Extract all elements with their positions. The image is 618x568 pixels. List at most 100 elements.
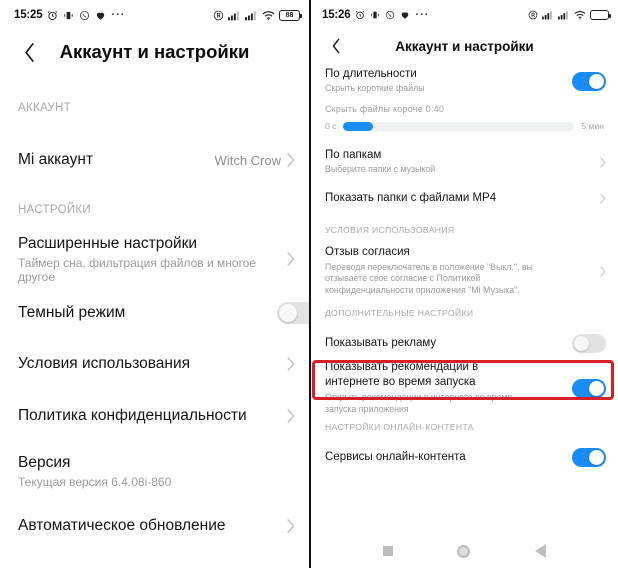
row-main: Политика конфиденциальности (18, 407, 287, 425)
slider-track[interactable] (343, 121, 575, 131)
recents-square-icon[interactable] (383, 546, 394, 556)
toggle-knob (589, 449, 604, 465)
chevron-right-icon (600, 156, 606, 168)
status-clock: 15:25 (14, 9, 43, 21)
chevron-right-icon (287, 153, 295, 167)
row-subtitle: Переводя переключатель в положение "Выкл… (325, 261, 533, 296)
online-content-services-toggle[interactable] (572, 447, 606, 467)
status-right-group: 88 (213, 9, 302, 21)
status-left-group: 15:25 ··· (14, 9, 125, 21)
chevron-right-icon (287, 409, 295, 423)
toggle-knob (574, 335, 589, 351)
heart-icon (95, 10, 106, 21)
row-subtitle: Выберите папки с музыкой (325, 164, 436, 175)
row-main: Показать папки с файлами MP4 (325, 191, 600, 206)
dark-mode-toggle[interactable] (277, 302, 309, 324)
row-value: Witch Crow (214, 152, 281, 168)
toggle-knob (279, 304, 297, 322)
duration-slider[interactable]: 0 с 5 мин (311, 121, 618, 131)
battery-indicator (590, 10, 611, 20)
call-icon (79, 10, 90, 21)
row-title: Показать папки с файлами MP4 (325, 191, 497, 204)
row-main: Условия использования (18, 355, 287, 373)
toggle-knob (589, 73, 604, 89)
section-header-online-content: НАСТРОЙКИ ОНЛАЙН-КОНТЕНТА (325, 422, 474, 432)
row-subtitle: Открыть рекомендации в интернете во врем… (325, 391, 513, 414)
row-main: По папкам Выберите папки с музыкой (325, 148, 600, 177)
toggle-knob (589, 380, 604, 396)
heart-icon (400, 10, 410, 20)
wifi-icon (262, 10, 275, 21)
status-overflow-icon: ··· (415, 9, 430, 21)
slider-fill (343, 121, 374, 131)
back-button[interactable] (18, 41, 40, 63)
vibrate-icon (63, 10, 74, 21)
row-show-online-recommendations[interactable]: Показывать рекомендации в интернете во в… (311, 360, 618, 416)
by-duration-toggle[interactable] (572, 71, 606, 91)
row-subtitle: Скрыть короткие файлы (325, 83, 425, 94)
back-triangle-icon[interactable] (534, 544, 546, 558)
row-title: Темный режим (18, 304, 126, 321)
signal-icon (228, 10, 241, 21)
chevron-right-icon (600, 192, 606, 204)
battery-indicator: 88 (279, 9, 302, 21)
row-main: Сервисы онлайн-контента (325, 450, 572, 465)
row-main: Отзыв согласия Переводя переключатель в … (325, 245, 600, 297)
chevron-right-icon (600, 265, 606, 277)
show-ads-toggle[interactable] (572, 333, 606, 353)
row-subtitle: Текущая версия 6.4.08i-860 (18, 474, 172, 489)
vibrate-icon (370, 10, 380, 20)
row-main: Показывать рекомендации в интернете во в… (325, 360, 521, 415)
status-left-group: 15:26 ··· (322, 9, 429, 21)
row-title: Политика конфиденциальности (18, 407, 247, 424)
row-title: Сервисы онлайн-контента (325, 450, 466, 463)
row-advanced-settings[interactable]: Расширенные настройки Таймер сна, фильтр… (0, 230, 309, 288)
back-button[interactable] (325, 35, 347, 57)
chevron-right-icon (287, 252, 295, 266)
home-circle-icon[interactable] (457, 544, 471, 558)
left-status-bar: 15:25 ··· 88 (0, 0, 309, 30)
row-auto-update[interactable]: Автоматическое обновление (0, 500, 309, 552)
row-main: По длительности Скрыть короткие файлы (325, 67, 572, 96)
row-by-duration[interactable]: По длительности Скрыть короткие файлы (311, 62, 618, 100)
row-show-mp4-folders[interactable]: Показать папки с файлами MP4 (311, 181, 618, 215)
row-title: Показывать рекомендации в интернете во в… (325, 361, 479, 389)
row-main: Версия Текущая версия 6.4.08i-860 (18, 454, 295, 489)
system-nav-bar (311, 534, 618, 568)
alarm-icon (47, 10, 58, 21)
row-title: По длительности (325, 67, 417, 80)
row-online-content-services[interactable]: Сервисы онлайн-контента (311, 440, 618, 474)
call-icon (385, 10, 395, 20)
row-dark-mode[interactable]: Темный режим (0, 288, 309, 338)
battery-level: 88 (285, 11, 294, 19)
row-main: Показывать рекламу (325, 336, 572, 351)
section-header-additional: ДОПОЛНИТЕЛЬНЫЕ НАСТРОЙКИ (325, 308, 474, 318)
row-title: Mi аккаунт (18, 151, 94, 168)
row-show-ads[interactable]: Показывать рекламу (311, 326, 618, 360)
row-title: Автоматическое обновление (18, 517, 226, 534)
row-privacy-policy[interactable]: Политика конфиденциальности (0, 390, 309, 442)
row-main: Темный режим (18, 304, 277, 322)
row-title: Отзыв согласия (325, 245, 410, 258)
row-title: По папкам (325, 148, 382, 161)
row-terms-of-use[interactable]: Условия использования (0, 338, 309, 390)
row-by-folders[interactable]: По папкам Выберите папки с музыкой (311, 143, 618, 181)
status-right-group (528, 10, 611, 20)
signal-icon (542, 10, 554, 20)
status-clock: 15:26 (322, 9, 351, 21)
slider-max-label: 5 мин (581, 121, 604, 131)
chevron-right-icon (287, 357, 295, 371)
alarm-icon (355, 10, 365, 20)
online-recommendations-toggle[interactable] (572, 378, 606, 398)
section-header-terms: УСЛОВИЯ ИСПОЛЬЗОВАНИЯ (325, 225, 455, 235)
row-consent-withdrawal[interactable]: Отзыв согласия Переводя переключатель в … (311, 242, 618, 300)
row-mi-account[interactable]: Mi аккаунт Witch Crow (0, 134, 309, 186)
row-main: Mi аккаунт (18, 151, 215, 169)
row-main: Автоматическое обновление (18, 517, 287, 535)
page-title: Аккаунт и настройки (395, 38, 534, 54)
chevron-right-icon (287, 519, 295, 533)
row-title: Версия (18, 453, 71, 471)
row-title: Расширенные настройки (18, 234, 198, 252)
slider-label: Скрыть файлы короче 0:40 (325, 104, 445, 114)
